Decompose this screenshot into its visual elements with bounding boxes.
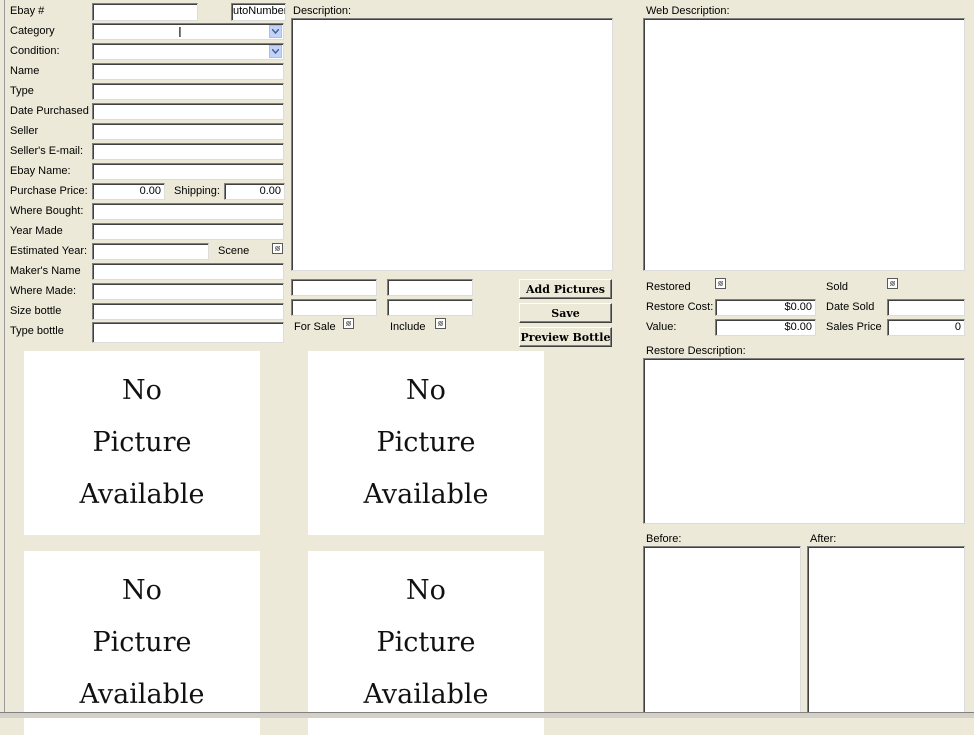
description-textarea[interactable] bbox=[291, 18, 613, 271]
description-label: Description: bbox=[293, 5, 352, 17]
seller-email-input[interactable] bbox=[92, 143, 284, 160]
name-label: Name bbox=[10, 65, 40, 77]
ebay-number-input[interactable] bbox=[92, 3, 198, 21]
date-purchased-input[interactable] bbox=[92, 103, 284, 120]
before-label: Before: bbox=[646, 533, 682, 545]
estimated-year-label: Estimated Year: bbox=[10, 245, 88, 257]
picture-placeholder-2[interactable]: No Picture Available bbox=[308, 351, 544, 535]
category-label: Category bbox=[10, 25, 55, 37]
type-bottle-label: Type bottle bbox=[10, 325, 64, 337]
after-image-box[interactable] bbox=[807, 546, 965, 717]
picture-text: Picture bbox=[92, 427, 192, 458]
where-made-input[interactable] bbox=[92, 283, 284, 300]
size-bottle-input[interactable] bbox=[92, 303, 284, 320]
autonumber-field: utoNumber) bbox=[231, 3, 286, 21]
picture-text: Picture bbox=[376, 427, 476, 458]
extra-input-3[interactable] bbox=[291, 299, 377, 316]
sales-price-label: Sales Price bbox=[826, 321, 882, 333]
makers-name-label: Maker's Name bbox=[10, 265, 81, 277]
picture-text: Picture bbox=[92, 627, 192, 658]
date-sold-input[interactable] bbox=[887, 299, 965, 316]
chevron-down-icon[interactable] bbox=[269, 25, 282, 38]
for-sale-checkbox[interactable] bbox=[343, 318, 354, 329]
where-made-label: Where Made: bbox=[10, 285, 77, 297]
restore-cost-input[interactable]: $0.00 bbox=[715, 299, 816, 316]
scene-checkbox[interactable] bbox=[272, 243, 283, 254]
scene-label: Scene bbox=[218, 245, 250, 257]
picture-text: Picture bbox=[376, 627, 476, 658]
after-label: After: bbox=[810, 533, 837, 545]
text-cursor-icon: I bbox=[178, 26, 182, 41]
ebay-name-input[interactable] bbox=[92, 163, 284, 180]
sales-price-input[interactable]: 0 bbox=[887, 319, 965, 336]
restore-description-label: Restore Description: bbox=[646, 345, 746, 357]
sold-checkbox[interactable] bbox=[887, 278, 898, 289]
sold-label: Sold bbox=[826, 281, 849, 293]
year-made-label: Year Made bbox=[10, 225, 63, 237]
picture-text: No bbox=[122, 375, 162, 406]
seller-label: Seller bbox=[10, 125, 39, 137]
estimated-year-input[interactable] bbox=[92, 243, 209, 260]
web-description-label: Web Description: bbox=[646, 5, 730, 17]
restore-description-textarea[interactable] bbox=[643, 358, 965, 524]
include-label: Include bbox=[390, 321, 426, 333]
picture-text: Available bbox=[79, 479, 205, 510]
where-bought-label: Where Bought: bbox=[10, 205, 84, 217]
picture-text: No bbox=[406, 375, 446, 406]
for-sale-label: For Sale bbox=[294, 321, 336, 333]
type-bottle-input[interactable] bbox=[92, 322, 284, 343]
value-label: Value: bbox=[646, 321, 677, 333]
condition-label: Condition: bbox=[10, 45, 60, 57]
condition-combo[interactable] bbox=[92, 43, 284, 60]
shipping-input[interactable]: 0.00 bbox=[224, 183, 285, 200]
include-checkbox[interactable] bbox=[435, 318, 446, 329]
restore-cost-label: Restore Cost: bbox=[646, 301, 714, 313]
where-bought-input[interactable] bbox=[92, 203, 284, 220]
preview-bottle-button[interactable]: Preview Bottle bbox=[519, 327, 612, 347]
web-description-textarea[interactable] bbox=[643, 18, 965, 271]
shipping-label: Shipping: bbox=[174, 185, 220, 197]
category-combo[interactable] bbox=[92, 23, 284, 40]
extra-input-2[interactable] bbox=[387, 279, 473, 296]
purchase-price-input[interactable]: 0.00 bbox=[92, 183, 165, 200]
save-button[interactable]: Save bbox=[519, 303, 612, 323]
date-sold-label: Date Sold bbox=[826, 301, 875, 313]
ebay-name-label: Ebay Name: bbox=[10, 165, 71, 177]
type-input[interactable] bbox=[92, 83, 284, 100]
chevron-down-icon[interactable] bbox=[269, 45, 282, 58]
type-label: Type bbox=[10, 85, 34, 97]
picture-text: No bbox=[122, 575, 162, 606]
before-image-box[interactable] bbox=[643, 546, 801, 717]
year-made-input[interactable] bbox=[92, 223, 284, 240]
restored-label: Restored bbox=[646, 281, 691, 293]
window-left-border bbox=[4, 0, 5, 717]
picture-placeholder-4[interactable]: No Picture Available bbox=[308, 551, 544, 735]
extra-input-1[interactable] bbox=[291, 279, 377, 296]
picture-placeholder-1[interactable]: No Picture Available bbox=[24, 351, 260, 535]
name-input[interactable] bbox=[92, 63, 284, 80]
extra-input-4[interactable] bbox=[387, 299, 473, 316]
bottom-navigation-bar bbox=[0, 712, 974, 718]
picture-text: Available bbox=[363, 479, 489, 510]
add-pictures-button[interactable]: Add Pictures bbox=[519, 279, 612, 299]
date-purchased-label: Date Purchased bbox=[10, 105, 89, 117]
picture-text: No bbox=[406, 575, 446, 606]
restored-checkbox[interactable] bbox=[715, 278, 726, 289]
ebay-number-label: Ebay # bbox=[10, 5, 45, 17]
seller-input[interactable] bbox=[92, 123, 284, 140]
makers-name-input[interactable] bbox=[92, 263, 284, 280]
size-bottle-label: Size bottle bbox=[10, 305, 62, 317]
picture-placeholder-3[interactable]: No Picture Available bbox=[24, 551, 260, 735]
seller-email-label: Seller's E-mail: bbox=[10, 145, 84, 157]
purchase-price-label: Purchase Price: bbox=[10, 185, 88, 197]
value-input[interactable]: $0.00 bbox=[715, 319, 816, 336]
